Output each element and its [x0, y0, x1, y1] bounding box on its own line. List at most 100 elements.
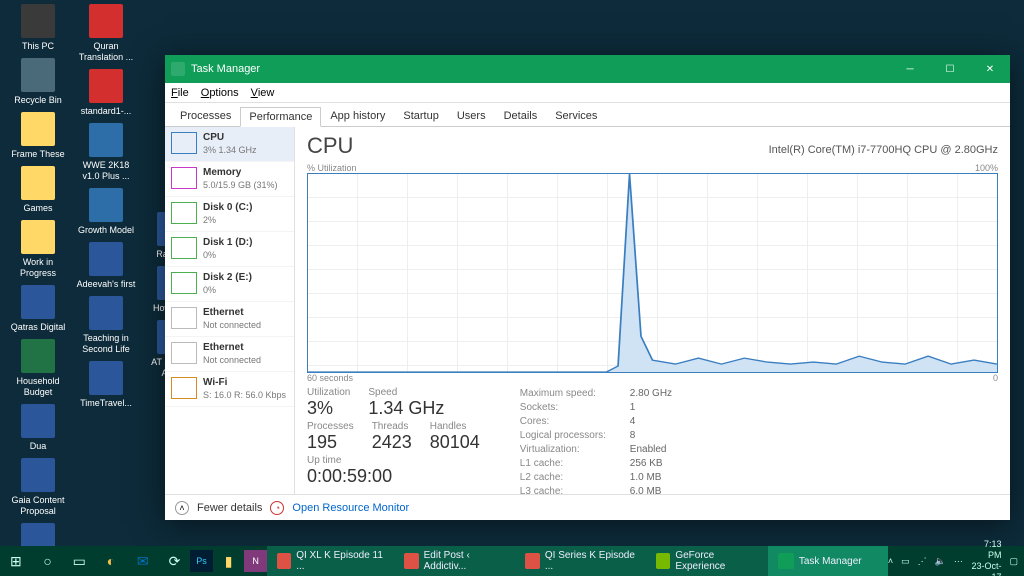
tab-app-history[interactable]: App history	[321, 106, 394, 126]
desktop-icon-quran[interactable]: Quran Translation ...	[74, 4, 138, 63]
handles-label: Handles	[430, 421, 480, 432]
resource-monitor-icon: ◔	[270, 501, 284, 515]
menu-file[interactable]: File	[171, 87, 189, 99]
desktop-icon-household-budget[interactable]: Household Budget	[6, 339, 70, 398]
clock[interactable]: 7:13 PM 23-Oct-17	[971, 539, 1002, 576]
desktop-icon-recycle-bin[interactable]: Recycle Bin	[6, 58, 70, 106]
tab-users[interactable]: Users	[448, 106, 495, 126]
tray-volume-icon[interactable]: 🔈	[935, 556, 946, 567]
axis-top-right: 100%	[975, 163, 998, 173]
system-tray[interactable]: ˄ ▭ ⋰ 🔈 ··· 7:13 PM 23-Oct-17 ▢	[888, 539, 1024, 576]
speed-label: Speed	[368, 387, 444, 398]
desktop-icon-adeevah[interactable]: Adeevah's first	[74, 242, 138, 290]
stat-key: L3 cache:	[520, 485, 630, 494]
utilization-value: 3%	[307, 398, 350, 419]
menu-view[interactable]: View	[251, 87, 275, 99]
minimize-button[interactable]: ─	[890, 55, 930, 83]
desktop-icon-standard1[interactable]: standard1-...	[74, 69, 138, 117]
resource-disk0[interactable]: Disk 0 (C:)2%	[165, 197, 294, 232]
desktop-icon-this-pc[interactable]: This PC	[6, 4, 70, 52]
stat-value: 8	[630, 429, 700, 443]
desktop-icon-games[interactable]: Games	[6, 166, 70, 214]
steam-icon[interactable]: ⟳	[159, 546, 191, 576]
handles-value: 80104	[430, 432, 480, 453]
taskbar-app-qi-series[interactable]: QI Series K Episode ...	[515, 546, 645, 576]
stat-key: Logical processors:	[520, 429, 630, 443]
cpu-panel: CPU Intel(R) Core(TM) i7-7700HQ CPU @ 2.…	[295, 127, 1010, 494]
axis-top-left: % Utilization	[307, 163, 357, 173]
taskbar-app-qi-xl[interactable]: QI XL K Episode 11 ...	[267, 546, 394, 576]
stat-key: Cores:	[520, 415, 630, 429]
threads-label: Threads	[372, 421, 412, 432]
resource-eth1[interactable]: EthernetNot connected	[165, 337, 294, 372]
tab-strip: ProcessesPerformanceApp historyStartupUs…	[165, 103, 1010, 127]
taskview-button[interactable]: ▭	[63, 546, 95, 576]
stat-value: 1.0 MB	[630, 471, 700, 485]
tray-chevron-icon[interactable]: ˄	[888, 556, 893, 566]
fewer-details-link[interactable]: Fewer details	[197, 502, 262, 514]
resource-list: CPU3% 1.34 GHzMemory5.0/15.9 GB (31%)Dis…	[165, 127, 295, 494]
cpu-model: Intel(R) Core(TM) i7-7700HQ CPU @ 2.80GH…	[769, 144, 998, 156]
stat-value: 6.0 MB	[630, 485, 700, 494]
threads-value: 2423	[372, 432, 412, 453]
titlebar[interactable]: Task Manager ─ ☐ ✕	[165, 55, 1010, 83]
taskbar-app-edit-post[interactable]: Edit Post ‹ Addictiv...	[394, 546, 515, 576]
resource-wifi[interactable]: Wi-FiS: 16.0 R: 56.0 Kbps	[165, 372, 294, 407]
tab-startup[interactable]: Startup	[394, 106, 447, 126]
onenote-icon[interactable]: N	[244, 550, 266, 572]
desktop-icon-gaia-proposal[interactable]: Gaia Content Proposal	[6, 458, 70, 517]
resource-eth0[interactable]: EthernetNot connected	[165, 302, 294, 337]
tab-services[interactable]: Services	[546, 106, 606, 126]
taskbar-app-geforce[interactable]: GeForce Experience	[646, 546, 768, 576]
start-button[interactable]: ⊞	[0, 546, 32, 576]
open-resource-monitor-link[interactable]: Open Resource Monitor	[292, 502, 409, 514]
stat-value: 256 KB	[630, 457, 700, 471]
action-center-icon[interactable]: ▢	[1010, 556, 1019, 567]
task-manager-window: Task Manager ─ ☐ ✕ File Options View Proce…	[165, 55, 1010, 520]
stat-key: L1 cache:	[520, 457, 630, 471]
chevron-up-icon[interactable]: ˄	[175, 501, 189, 515]
menu-bar: File Options View	[165, 83, 1010, 103]
axis-bot-right: 0	[993, 373, 998, 383]
desktop-icon-wwe2k18[interactable]: WWE 2K18 v1.0 Plus ...	[74, 123, 138, 182]
stat-value: 4	[630, 415, 700, 429]
maximize-button[interactable]: ☐	[930, 55, 970, 83]
desktop-icon-work-in-progress[interactable]: Work in Progress	[6, 220, 70, 279]
tab-details[interactable]: Details	[495, 106, 547, 126]
menu-options[interactable]: Options	[201, 87, 239, 99]
stats-right: Maximum speed:2.80 GHzSockets:1Cores:4Lo…	[520, 387, 700, 494]
outlook-icon[interactable]: ✉	[127, 546, 159, 576]
resource-memory[interactable]: Memory5.0/15.9 GB (31%)	[165, 162, 294, 197]
tray-network-icon[interactable]: ⋰	[918, 556, 927, 567]
stat-key: Sockets:	[520, 401, 630, 415]
uptime-value: 0:00:59:00	[307, 466, 480, 487]
processes-label: Processes	[307, 421, 354, 432]
desktop-icon-frame-these[interactable]: Frame These	[6, 112, 70, 160]
clock-time: 7:13 PM	[971, 539, 1002, 561]
tab-performance[interactable]: Performance	[240, 107, 321, 127]
resource-cpu[interactable]: CPU3% 1.34 GHz	[165, 127, 294, 162]
photoshop-icon[interactable]: Ps	[190, 550, 212, 572]
stat-value: 2.80 GHz	[630, 387, 700, 401]
window-footer: ˄ Fewer details ◔ Open Resource Monitor	[165, 494, 1010, 520]
resource-disk2[interactable]: Disk 2 (E:)0%	[165, 267, 294, 302]
desktop-icon-dua[interactable]: Dua	[6, 404, 70, 452]
stat-key: Virtualization:	[520, 443, 630, 457]
desktop-icon-timetravel[interactable]: TimeTravel...	[74, 361, 138, 409]
taskbar-app-taskmgr[interactable]: Task Manager	[768, 546, 888, 576]
tab-processes[interactable]: Processes	[171, 106, 240, 126]
desktop-icon-teaching[interactable]: Teaching in Second Life	[74, 296, 138, 355]
resource-disk1[interactable]: Disk 1 (D:)0%	[165, 232, 294, 267]
cortana-button[interactable]: ○	[32, 546, 64, 576]
stats-left: Utilization 3% Speed 1.34 GHz Processes …	[307, 387, 480, 494]
explorer-icon[interactable]: ▮	[213, 546, 245, 576]
clock-date: 23-Oct-17	[971, 561, 1002, 576]
utilization-label: Utilization	[307, 387, 350, 398]
window-title: Task Manager	[191, 63, 260, 75]
close-button[interactable]: ✕	[970, 55, 1010, 83]
chrome-icon[interactable]: ◐	[95, 546, 127, 576]
desktop-icon-growth-model[interactable]: Growth Model	[74, 188, 138, 236]
desktop-icon-qatras-digital[interactable]: Qatras Digital	[6, 285, 70, 333]
speed-value: 1.34 GHz	[368, 398, 444, 419]
tray-battery-icon[interactable]: ▭	[901, 556, 910, 567]
